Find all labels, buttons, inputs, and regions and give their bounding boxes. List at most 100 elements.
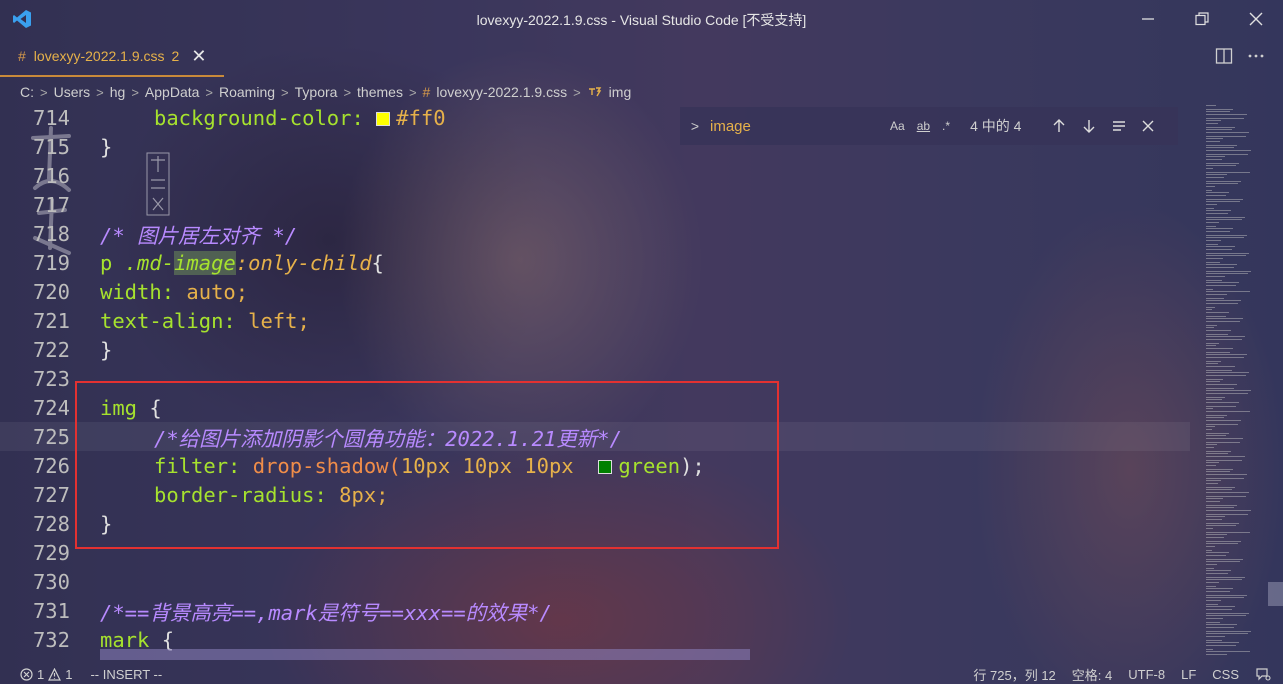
minimap-line bbox=[1206, 253, 1249, 254]
minimap-line bbox=[1206, 145, 1237, 146]
css-value: auto; bbox=[186, 279, 249, 304]
code-line[interactable]: 718 /* 图片居左对齐 */ bbox=[0, 219, 1190, 248]
minimap-line bbox=[1206, 579, 1242, 580]
previous-match-icon[interactable] bbox=[1051, 118, 1067, 134]
minimap-line bbox=[1206, 496, 1246, 497]
breadcrumb-symbol[interactable]: img bbox=[609, 84, 632, 100]
close-find-icon[interactable] bbox=[1141, 119, 1155, 133]
breadcrumb-item[interactable]: Roaming bbox=[219, 84, 275, 100]
minimap-line bbox=[1206, 487, 1235, 488]
minimap-line bbox=[1206, 138, 1223, 139]
minimap-line bbox=[1206, 523, 1239, 524]
tab-bar: # lovexyy-2022.1.9.css 2 ✕ bbox=[0, 37, 1283, 77]
vertical-scrollbar[interactable] bbox=[1268, 103, 1283, 660]
css-value: #ff0 bbox=[396, 105, 446, 130]
find-in-selection-icon[interactable] bbox=[1111, 118, 1127, 134]
breadcrumb-item[interactable]: C: bbox=[20, 84, 34, 100]
minimap-line bbox=[1206, 604, 1218, 605]
code-line[interactable]: 731 /*==背景高亮==,mark是符号==xxx==的效果*/ bbox=[0, 596, 1190, 625]
code-text: } bbox=[100, 134, 113, 159]
code-line[interactable]: 730 bbox=[0, 567, 1190, 596]
minimap-line bbox=[1206, 192, 1229, 193]
minimap-line bbox=[1206, 577, 1245, 578]
minimap-line bbox=[1206, 465, 1216, 466]
code-comment: /*==背景高亮==,mark是符号==xxx==的效果*/ bbox=[100, 600, 552, 625]
code-line[interactable]: 719 p .md-image:only-child{ bbox=[0, 248, 1190, 277]
restore-icon bbox=[1195, 11, 1209, 25]
code-line[interactable]: 716 bbox=[0, 161, 1190, 190]
minimap-line bbox=[1206, 114, 1247, 115]
problems-indicator[interactable]: 1 1 bbox=[20, 667, 72, 682]
match-count: 4 中的 4 bbox=[970, 118, 1022, 134]
breadcrumb-item[interactable]: AppData bbox=[145, 84, 199, 100]
minimap-line bbox=[1206, 456, 1245, 457]
minimap-line bbox=[1206, 309, 1212, 310]
minimap[interactable] bbox=[1198, 103, 1268, 660]
more-actions-icon[interactable] bbox=[1247, 47, 1265, 65]
regex-toggle[interactable]: .* bbox=[942, 119, 950, 133]
cursor-position[interactable]: 行 725，列 12 bbox=[973, 665, 1055, 684]
minimap-line bbox=[1206, 172, 1250, 173]
minimap-line bbox=[1206, 408, 1213, 409]
minimap-line bbox=[1206, 334, 1228, 335]
minimap-line bbox=[1206, 127, 1235, 128]
minimap-line bbox=[1206, 201, 1240, 202]
minimap-line bbox=[1206, 246, 1235, 247]
minimap-line bbox=[1206, 559, 1243, 560]
color-swatch-yellow[interactable] bbox=[376, 111, 391, 126]
minimap-line bbox=[1206, 285, 1236, 286]
minimap-line bbox=[1206, 379, 1223, 380]
tab-close-icon[interactable]: ✕ bbox=[191, 46, 206, 67]
minimap-line bbox=[1206, 384, 1237, 385]
breadcrumb-item[interactable]: Typora bbox=[295, 84, 338, 100]
css-class: .md- bbox=[124, 250, 175, 275]
encoding[interactable]: UTF-8 bbox=[1128, 667, 1165, 682]
annotation-highlight-box bbox=[75, 381, 779, 549]
minimap-line bbox=[1206, 622, 1220, 623]
minimap-line bbox=[1206, 249, 1232, 250]
match-case-toggle[interactable]: Aa bbox=[890, 119, 905, 133]
breadcrumb-item[interactable]: themes bbox=[357, 84, 403, 100]
indentation[interactable]: 空格: 4 bbox=[1072, 665, 1112, 684]
feedback-icon[interactable] bbox=[1255, 667, 1271, 681]
minimap-line bbox=[1206, 492, 1249, 493]
restore-button[interactable] bbox=[1175, 0, 1229, 37]
minimap-line bbox=[1206, 528, 1213, 529]
minimap-line bbox=[1206, 336, 1245, 337]
minimap-line bbox=[1206, 363, 1218, 364]
minimap-line bbox=[1206, 516, 1225, 517]
line-number: 715 bbox=[32, 134, 70, 159]
line-ending[interactable]: LF bbox=[1181, 667, 1196, 682]
minimap-line bbox=[1206, 318, 1243, 319]
breadcrumb-item[interactable]: Users bbox=[54, 84, 91, 100]
minimap-line bbox=[1206, 393, 1248, 394]
toggle-replace-icon[interactable]: > bbox=[680, 118, 710, 134]
minimap-line bbox=[1206, 294, 1227, 295]
minimap-line bbox=[1206, 357, 1244, 358]
minimap-line bbox=[1206, 651, 1250, 652]
minimize-button[interactable] bbox=[1121, 0, 1175, 37]
language-mode[interactable]: CSS bbox=[1212, 667, 1239, 682]
scrollbar-thumb[interactable] bbox=[1268, 582, 1283, 606]
find-match-highlight: image bbox=[174, 250, 236, 275]
next-match-icon[interactable] bbox=[1081, 118, 1097, 134]
code-line[interactable]: 721 text-align: left; bbox=[0, 306, 1190, 335]
code-line[interactable]: 717 bbox=[0, 190, 1190, 219]
close-window-button[interactable] bbox=[1229, 0, 1283, 37]
minimap-line bbox=[1206, 118, 1244, 119]
find-input[interactable]: image bbox=[710, 118, 890, 135]
minimap-line bbox=[1206, 424, 1238, 425]
css-value: left; bbox=[248, 308, 310, 333]
tab-lovexyy-css[interactable]: # lovexyy-2022.1.9.css 2 ✕ bbox=[0, 37, 224, 77]
minimap-line bbox=[1206, 546, 1215, 547]
breadcrumb-file[interactable]: lovexyy-2022.1.9.css bbox=[436, 84, 567, 100]
code-line[interactable]: 722 } bbox=[0, 335, 1190, 364]
breadcrumb-separator: > bbox=[40, 84, 48, 100]
minimap-line bbox=[1206, 582, 1219, 583]
breadcrumb-item[interactable]: hg bbox=[110, 84, 126, 100]
split-editor-icon[interactable] bbox=[1215, 47, 1233, 65]
code-line[interactable]: 720 width: auto; bbox=[0, 277, 1190, 306]
minimap-line bbox=[1206, 150, 1251, 151]
whole-word-toggle[interactable]: ab bbox=[917, 119, 930, 133]
minimap-line bbox=[1206, 244, 1218, 245]
